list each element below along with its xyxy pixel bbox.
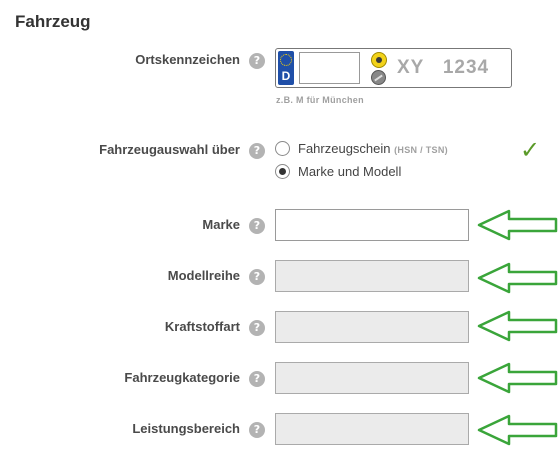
help-icon[interactable]: ? [249, 143, 265, 159]
help-icon[interactable]: ? [249, 269, 265, 285]
registration-seal-icon [371, 70, 386, 85]
radio-option-label: Fahrzeugschein [298, 141, 391, 156]
help-icon[interactable]: ? [249, 422, 265, 438]
arrow-left-icon [477, 262, 558, 294]
radio-make-model-label[interactable]: Marke und Modell [298, 164, 401, 179]
help-icon[interactable]: ? [249, 218, 265, 234]
model-series-input[interactable] [275, 260, 469, 292]
arrow-left-icon [477, 362, 558, 394]
help-icon[interactable]: ? [249, 320, 265, 336]
radio-vehicle-registration-label[interactable]: Fahrzeugschein (HSN / TSN) [298, 141, 448, 156]
license-plate: D XY 1234 [275, 48, 512, 88]
help-icon[interactable]: ? [249, 371, 265, 387]
help-icon[interactable]: ? [249, 53, 265, 69]
arrow-left-icon [477, 414, 558, 446]
field-label-leistungsbereich: Leistungsbereich [132, 421, 240, 436]
field-label-modellreihe: Modellreihe [167, 268, 240, 283]
make-input[interactable] [275, 209, 469, 241]
country-code: D [281, 69, 291, 83]
field-label-fahrzeugkategorie: Fahrzeugkategorie [124, 370, 240, 385]
arrow-left-icon [477, 209, 558, 241]
vehicle-category-input[interactable] [275, 362, 469, 394]
arrow-left-icon [477, 310, 558, 342]
radio-option-suffix: (HSN / TSN) [394, 145, 448, 155]
district-code-input[interactable] [299, 52, 360, 84]
radio-make-model[interactable] [275, 164, 290, 179]
section-title: Fahrzeug [15, 12, 91, 31]
field-label-kraftstoffart: Kraftstoffart [164, 319, 240, 334]
vehicle-selection-label: Fahrzeugauswahl über [99, 142, 240, 157]
fuel-type-input[interactable] [275, 311, 469, 343]
license-plate-label: Ortskennzeichen [135, 52, 240, 67]
eu-flag-icon: D [278, 51, 294, 85]
radio-vehicle-registration[interactable] [275, 141, 290, 156]
license-plate-hint: z.B. M für München [276, 95, 364, 105]
eu-stars-icon [280, 54, 292, 66]
field-label-marke: Marke [202, 217, 240, 232]
plate-sample-text: XY 1234 [397, 57, 490, 78]
inspection-seal-icon [371, 52, 387, 68]
checkmark-icon: ✓ [520, 136, 541, 164]
power-range-input[interactable] [275, 413, 469, 445]
